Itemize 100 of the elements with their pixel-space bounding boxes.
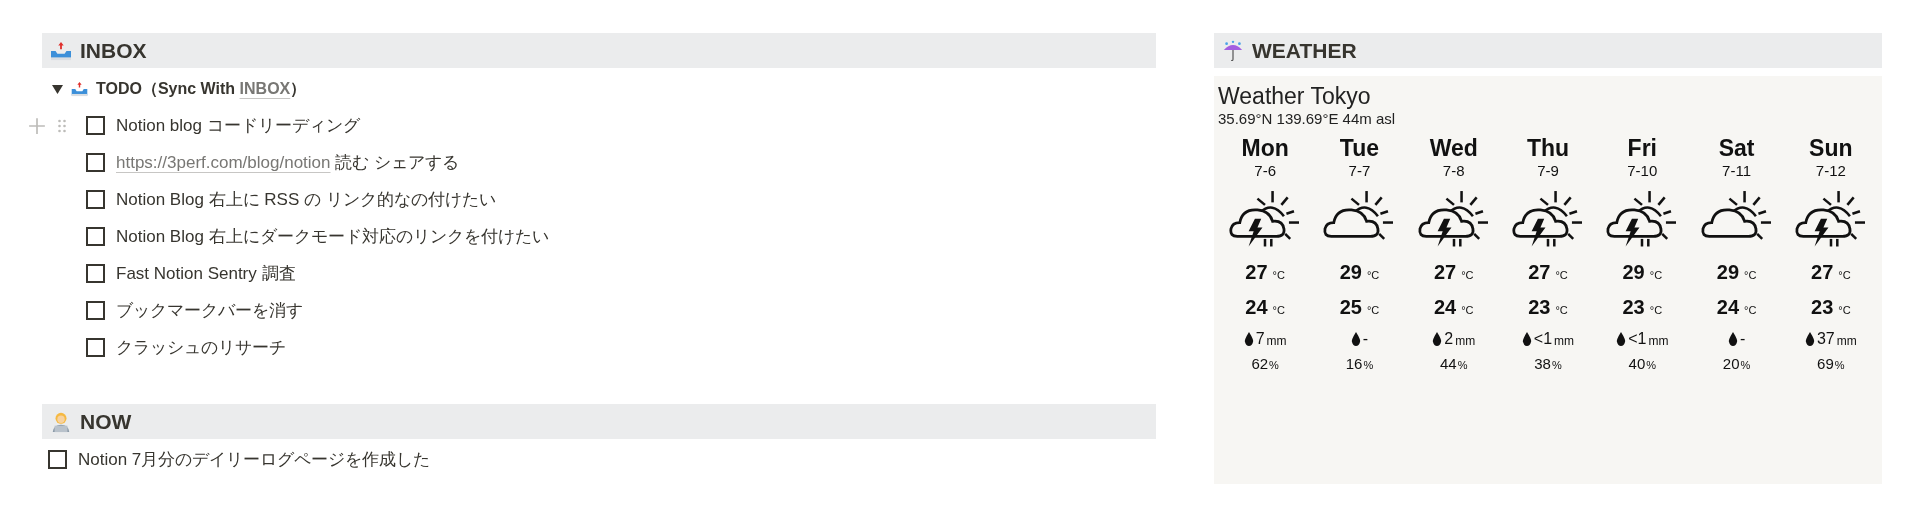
checkbox[interactable]: [86, 190, 105, 209]
drag-handle-icon[interactable]: [58, 118, 66, 133]
day-date: 7-9: [1537, 162, 1559, 180]
high-temperature: 29: [1339, 260, 1362, 285]
temperature-unit: °C: [1272, 303, 1285, 318]
day-name: Fri: [1627, 134, 1657, 162]
precipitation-amount: <1: [1628, 329, 1647, 349]
percent-unit: %: [1269, 358, 1279, 373]
high-temperature: 27: [1528, 260, 1551, 285]
precipitation-amount: <1: [1533, 329, 1553, 349]
todo-text: Notion 7月分のデイリーログページを作成した: [78, 448, 431, 471]
precipitation-chance: 44: [1439, 354, 1457, 374]
high-temperature: 27: [1245, 260, 1268, 285]
precipitation-unit: mm: [1648, 332, 1669, 350]
high-temperature: 29: [1622, 260, 1645, 285]
checkbox[interactable]: [86, 338, 105, 357]
precipitation-amount: 2: [1444, 329, 1454, 349]
todo-text: https://3perf.com/blog/notion 読む シェアする: [116, 151, 459, 174]
percent-unit: %: [1363, 358, 1374, 373]
day-name: Mon: [1241, 134, 1289, 162]
day-name: Wed: [1429, 134, 1478, 162]
percent-unit: %: [1834, 358, 1845, 373]
checkbox[interactable]: [86, 264, 105, 283]
weather-place: Weather Tokyo: [1218, 82, 1372, 110]
temperature-unit: °C: [1272, 268, 1285, 283]
checkbox[interactable]: [86, 301, 105, 320]
raindrop-icon: [1243, 332, 1254, 346]
precipitation-chance: 20: [1722, 354, 1740, 374]
precipitation-amount: -: [1362, 329, 1369, 349]
temperature-unit: °C: [1649, 268, 1663, 283]
url-link[interactable]: https://3perf.com/blog/notion: [116, 152, 331, 172]
low-temperature: 24: [1716, 295, 1739, 320]
precipitation-chance: 40: [1628, 354, 1646, 374]
precipitation-unit: mm: [1554, 332, 1575, 350]
raindrop-icon: [1521, 332, 1532, 346]
low-temperature: 25: [1339, 295, 1362, 320]
percent-unit: %: [1551, 358, 1562, 373]
temperature-unit: °C: [1366, 268, 1380, 283]
todo-text: ブックマークバーを消す: [116, 299, 303, 322]
temperature-unit: °C: [1744, 303, 1757, 318]
day-name: Sun: [1809, 134, 1853, 162]
temperature-unit: °C: [1461, 268, 1474, 283]
weather-coordinates: 35.69°N 139.69°E 44m asl: [1218, 110, 1397, 128]
checkbox[interactable]: [86, 116, 105, 135]
temperature-unit: °C: [1366, 303, 1380, 318]
low-temperature: 23: [1528, 295, 1551, 320]
day-date: 7-12: [1815, 162, 1846, 180]
day-date: 7-6: [1254, 162, 1276, 180]
person-laptop-icon: [50, 410, 72, 433]
precipitation-amount: -: [1739, 329, 1746, 349]
temperature-unit: °C: [1649, 303, 1663, 318]
checkbox[interactable]: [48, 450, 67, 469]
section-title: WEATHER: [1252, 37, 1357, 64]
temperature-unit: °C: [1555, 268, 1568, 283]
precipitation-amount: 37: [1816, 329, 1835, 349]
precipitation-chance: 62: [1251, 354, 1269, 374]
low-temperature: 23: [1622, 295, 1645, 320]
day-name: Sat: [1718, 134, 1755, 162]
precipitation-chance: 16: [1345, 354, 1363, 374]
temperature-unit: °C: [1744, 268, 1757, 283]
high-temperature: 27: [1811, 260, 1834, 285]
day-date: 7-11: [1722, 162, 1751, 180]
raindrop-icon: [1804, 332, 1815, 346]
todo-text: クラッシュのリサーチ: [116, 336, 286, 359]
day-date: 7-10: [1627, 162, 1658, 180]
temperature-unit: °C: [1555, 303, 1568, 318]
high-temperature: 29: [1716, 260, 1739, 285]
raindrop-icon: [1727, 332, 1738, 346]
raindrop-icon: [1432, 332, 1443, 346]
umbrella-icon: [1222, 39, 1244, 62]
raindrop-icon: [1350, 332, 1361, 346]
low-temperature: 24: [1433, 295, 1457, 320]
percent-unit: %: [1646, 358, 1656, 373]
raindrop-icon: [1616, 332, 1627, 346]
precipitation-unit: mm: [1455, 332, 1476, 350]
todo-text: Notion blog コードリーディング: [116, 114, 360, 137]
section-title: NOW: [80, 408, 132, 435]
inbox-tray-icon: [50, 40, 72, 61]
temperature-unit: °C: [1838, 268, 1851, 283]
page-link[interactable]: INBOX: [239, 80, 291, 97]
day-name: Tue: [1339, 134, 1379, 162]
checkbox[interactable]: [86, 153, 105, 172]
section-title: INBOX: [80, 37, 147, 64]
todo-text: Notion Blog 右上にダークモード対応のリンクを付けたい: [116, 225, 549, 248]
precipitation-chance: 69: [1817, 354, 1834, 374]
toggle-triangle-icon[interactable]: [52, 83, 63, 95]
percent-unit: %: [1740, 358, 1751, 373]
precipitation-chance: 38: [1534, 354, 1551, 374]
precipitation-amount: 7: [1255, 329, 1265, 349]
precipitation-unit: mm: [1836, 332, 1857, 350]
day-name: Thu: [1526, 134, 1570, 162]
checkbox[interactable]: [86, 227, 105, 246]
day-date: 7-8: [1442, 162, 1465, 180]
low-temperature: 23: [1811, 295, 1834, 320]
low-temperature: 24: [1245, 295, 1268, 320]
temperature-unit: °C: [1461, 303, 1474, 318]
toggle-title: TODO（Sync With INBOX）: [96, 79, 307, 99]
day-date: 7-7: [1348, 162, 1371, 180]
inbox-tray-icon: [71, 81, 88, 97]
todo-text: Notion Blog 右上に RSS の リンク的なの付けたい: [116, 188, 496, 211]
